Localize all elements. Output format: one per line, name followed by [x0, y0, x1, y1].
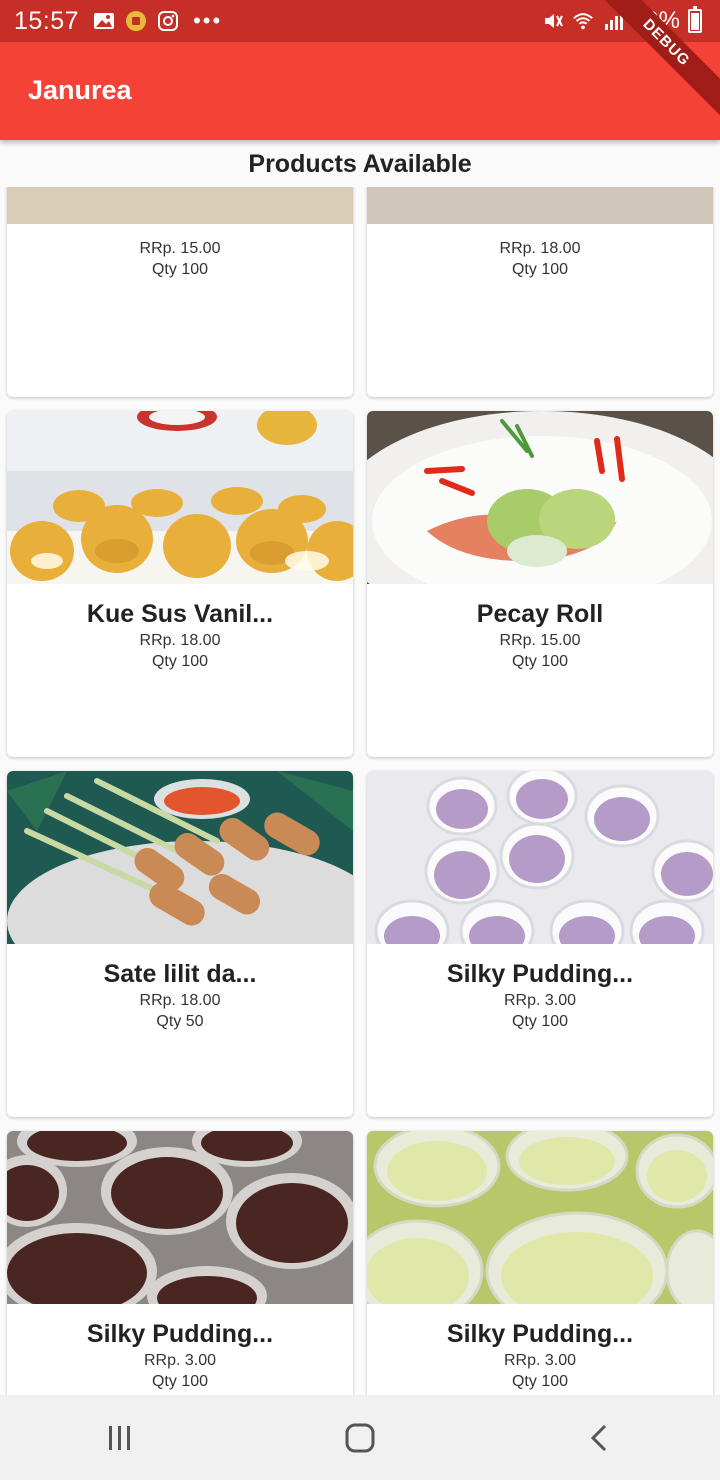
product-price: RRp. 18.00 [139, 992, 221, 1009]
product-card[interactable]: Kue Sus Vanil... RRp. 18.00 Qty 100 [7, 411, 353, 757]
chocolate-pudding-cups-photo [7, 1131, 353, 1304]
product-price: RRp. 3.00 [503, 1352, 577, 1369]
notification-icon [126, 11, 147, 31]
screen: 15:57 ••• 99% Janurea DEBUG Products Ava… [0, 0, 720, 1480]
product-card[interactable]: RRp. 15.00 Qty 100 [7, 187, 353, 397]
product-card[interactable]: Silky Pudding... RRp. 3.00 Qty 100 [367, 771, 713, 1117]
back-button[interactable] [570, 1408, 630, 1468]
product-name: Silky Pudding... [446, 1320, 634, 1348]
product-qty: Qty 100 [511, 1013, 569, 1030]
wifi-icon [573, 13, 593, 30]
pandan-pudding-cups-photo [367, 1131, 713, 1304]
product-card[interactable]: Silky Pudding... RRp. 3.00 Qty 100 [367, 1131, 713, 1395]
product-name: Pecay Roll [476, 600, 604, 628]
product-card[interactable]: Sate lilit da... RRp. 18.00 Qty 50 [7, 771, 353, 1117]
taro-pudding-cups-photo [367, 771, 713, 944]
recent-apps-button[interactable] [90, 1408, 150, 1468]
recent-apps-icon [109, 1425, 130, 1450]
product-price: RRp. 3.00 [143, 1352, 217, 1369]
product-image [367, 187, 713, 224]
app-bar: Janurea [0, 42, 720, 140]
product-price: RRp. 18.00 [139, 632, 221, 649]
home-icon [345, 1423, 375, 1452]
product-grid-viewport[interactable]: RRp. 15.00 Qty 100 RRp. 18.00 Qty 100 Ku… [0, 187, 720, 1395]
product-name: Silky Pudding... [86, 1320, 274, 1348]
product-price: RRp. 15.00 [139, 240, 221, 257]
product-card[interactable]: Silky Pudding... RRp. 3.00 Qty 100 [7, 1131, 353, 1395]
product-price: RRp. 18.00 [499, 240, 581, 257]
product-name: Silky Pudding... [446, 960, 634, 988]
product-grid: RRp. 15.00 Qty 100 RRp. 18.00 Qty 100 Ku… [0, 187, 720, 1395]
cabbage-roll-photo [367, 411, 713, 584]
product-price: RRp. 3.00 [503, 992, 577, 1009]
back-icon [590, 1424, 607, 1451]
product-qty: Qty 100 [511, 1373, 569, 1390]
system-nav-bar [0, 1395, 720, 1480]
app-title: Janurea [28, 75, 132, 105]
product-name: Sate lilit da... [103, 960, 257, 988]
product-qty: Qty 100 [151, 653, 209, 670]
product-qty: Qty 100 [151, 1373, 209, 1390]
instagram-icon [158, 11, 179, 31]
product-qty: Qty 100 [151, 261, 209, 278]
more-dots-icon: ••• [193, 8, 223, 33]
product-price: RRp. 15.00 [499, 632, 581, 649]
section-title: Products Available [248, 150, 472, 178]
satay-skewers-photo [7, 771, 353, 944]
product-qty: Qty 50 [156, 1013, 204, 1030]
product-name: Kue Sus Vanil... [86, 600, 274, 628]
product-image [7, 187, 353, 224]
mute-icon [544, 14, 563, 28]
home-button[interactable] [330, 1408, 390, 1468]
gallery-icon [94, 13, 115, 29]
status-time: 15:57 [14, 6, 80, 35]
product-card[interactable]: RRp. 18.00 Qty 100 [367, 187, 713, 397]
product-qty: Qty 100 [511, 261, 569, 278]
product-qty: Qty 100 [511, 653, 569, 670]
product-card[interactable]: Pecay Roll RRp. 15.00 Qty 100 [367, 411, 713, 757]
battery-icon [688, 6, 702, 33]
status-notification-icons: ••• [93, 8, 222, 34]
cream-puffs-photo [7, 411, 353, 584]
